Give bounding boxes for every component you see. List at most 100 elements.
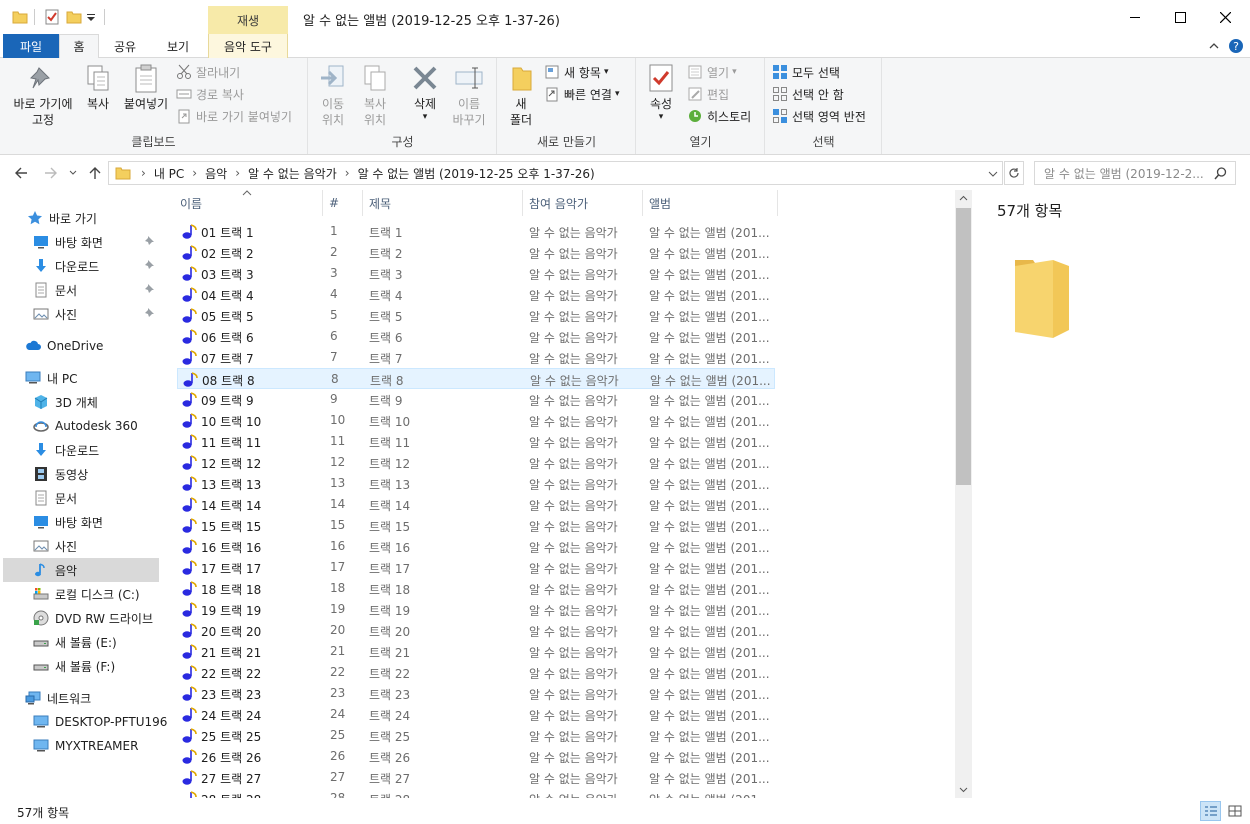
tab-home[interactable]: 홈 (59, 34, 99, 59)
table-row[interactable]: 18 트랙 18 18 트랙 18 알 수 없는 음악가 알 수 없는 앨범 (201.… (177, 578, 775, 599)
nav-quick-desktop[interactable]: 바탕 화면 (33, 230, 159, 254)
large-icons-view-button[interactable] (1224, 801, 1245, 821)
delete-button[interactable]: 삭제 ▾ (407, 62, 443, 122)
table-row[interactable]: 13 트랙 13 13 트랙 13 알 수 없는 음악가 알 수 없는 앨범 (201.… (177, 473, 775, 494)
column-header-title[interactable]: 제목 (363, 190, 523, 216)
nav-pc-downloads[interactable]: 다운로드 (33, 438, 159, 462)
forward-button[interactable] (42, 164, 60, 182)
table-row[interactable]: 10 트랙 10 10 트랙 10 알 수 없는 음악가 알 수 없는 앨범 (201.… (177, 410, 775, 431)
tab-view[interactable]: 보기 (152, 34, 204, 58)
copy-button[interactable]: 복사 (80, 62, 116, 112)
table-row[interactable]: 02 트랙 2 2 트랙 2 알 수 없는 음악가 알 수 없는 앨범 (201... (177, 242, 775, 263)
table-row[interactable]: 06 트랙 6 6 트랙 6 알 수 없는 음악가 알 수 없는 앨범 (201... (177, 326, 775, 347)
select-all-button[interactable]: 모두 선택 (772, 62, 840, 82)
table-row[interactable]: 05 트랙 5 5 트랙 5 알 수 없는 음악가 알 수 없는 앨범 (201... (177, 305, 775, 326)
column-header-name[interactable]: 이름 (174, 190, 323, 216)
table-row[interactable]: 25 트랙 25 25 트랙 25 알 수 없는 음악가 알 수 없는 앨범 (201.… (177, 725, 775, 746)
cut-button[interactable]: 잘라내기 (176, 62, 240, 82)
breadcrumb-album[interactable]: 알 수 없는 앨범 (2019-12-25 오후 1-37-26) (358, 165, 595, 182)
table-row[interactable]: 14 트랙 14 14 트랙 14 알 수 없는 음악가 알 수 없는 앨범 (201.… (177, 494, 775, 515)
table-row[interactable]: 01 트랙 1 1 트랙 1 알 수 없는 음악가 알 수 없는 앨범 (201... (177, 221, 775, 242)
nav-pc-pictures[interactable]: 사진 (33, 534, 159, 558)
table-row[interactable]: 28 트랙 28 28 트랙 28 알 수 없는 음악가 알 수 없는 앨범 (201.… (177, 788, 775, 798)
rename-button[interactable]: 이름 바꾸기 (449, 62, 489, 128)
address-dropdown-icon[interactable] (988, 169, 998, 179)
back-button[interactable] (12, 164, 30, 182)
table-row[interactable]: 27 트랙 27 27 트랙 27 알 수 없는 음악가 알 수 없는 앨범 (201.… (177, 767, 775, 788)
new-folder-quick-icon[interactable] (66, 9, 82, 25)
nav-quick-pictures[interactable]: 사진 (33, 302, 159, 326)
nav-network[interactable]: 네트워크 (25, 686, 181, 710)
collapse-ribbon-icon[interactable] (1208, 40, 1220, 52)
table-row[interactable]: 11 트랙 11 11 트랙 11 알 수 없는 음악가 알 수 없는 앨범 (201.… (177, 431, 775, 452)
table-row[interactable]: 20 트랙 20 20 트랙 20 알 수 없는 음악가 알 수 없는 앨범 (201.… (177, 620, 775, 641)
scrollbar-thumb[interactable] (956, 208, 971, 485)
search-input[interactable]: 알 수 없는 앨범 (2019-12-2... (1034, 161, 1236, 185)
details-view-button[interactable] (1200, 801, 1221, 821)
breadcrumb-this-pc[interactable]: 내 PC (154, 165, 184, 182)
table-row[interactable]: 08 트랙 8 8 트랙 8 알 수 없는 음악가 알 수 없는 앨범 (201... (177, 368, 775, 389)
maximize-button[interactable] (1157, 0, 1203, 34)
scroll-down-icon[interactable] (959, 787, 968, 793)
nav-pc-volume-e[interactable]: 새 볼륨 (E:) (33, 630, 159, 654)
help-icon[interactable]: ? (1228, 38, 1244, 54)
properties-quick-icon[interactable] (44, 9, 60, 25)
refresh-button[interactable] (1004, 161, 1024, 185)
nav-quick-downloads[interactable]: 다운로드 (33, 254, 159, 278)
table-row[interactable]: 15 트랙 15 15 트랙 15 알 수 없는 음악가 알 수 없는 앨범 (201.… (177, 515, 775, 536)
new-item-button[interactable]: 새 항목 ▾ (544, 62, 608, 82)
copy-to-button[interactable]: 복사 위치 (357, 62, 393, 128)
nav-pc-volume-f[interactable]: 새 볼륨 (F:) (33, 654, 159, 678)
nav-pc-videos[interactable]: 동영상 (33, 462, 159, 486)
recent-locations-button[interactable] (67, 164, 79, 182)
table-row[interactable]: 12 트랙 12 12 트랙 12 알 수 없는 음악가 알 수 없는 앨범 (201.… (177, 452, 775, 473)
scroll-up-icon[interactable] (959, 195, 968, 201)
nav-pc-3d-objects[interactable]: 3D 개체 (33, 390, 159, 414)
nav-pc-music[interactable]: 음악 (3, 558, 159, 582)
breadcrumb-music[interactable]: 음악 (205, 165, 227, 182)
table-row[interactable]: 21 트랙 21 21 트랙 21 알 수 없는 음악가 알 수 없는 앨범 (201.… (177, 641, 775, 662)
table-row[interactable]: 17 트랙 17 17 트랙 17 알 수 없는 음악가 알 수 없는 앨범 (201.… (177, 557, 775, 578)
nav-network-desktop[interactable]: DESKTOP-PFTU196 (33, 710, 167, 734)
nav-network-myxtreamer[interactable]: MYXTREAMER (33, 734, 159, 758)
nav-onedrive[interactable]: OneDrive (25, 334, 181, 358)
address-bar[interactable]: › 내 PC › 음악 › 알 수 없는 음악가 › 알 수 없는 앨범 (20… (108, 161, 1003, 185)
table-row[interactable]: 16 트랙 16 16 트랙 16 알 수 없는 음악가 알 수 없는 앨범 (201.… (177, 536, 775, 557)
table-row[interactable]: 22 트랙 22 22 트랙 22 알 수 없는 음악가 알 수 없는 앨범 (201.… (177, 662, 775, 683)
edit-button[interactable]: 편집 (687, 84, 729, 104)
new-folder-button[interactable]: 새 폴더 (504, 62, 538, 128)
table-row[interactable]: 19 트랙 19 19 트랙 19 알 수 없는 음악가 알 수 없는 앨범 (201.… (177, 599, 775, 620)
table-row[interactable]: 26 트랙 26 26 트랙 26 알 수 없는 음악가 알 수 없는 앨범 (201.… (177, 746, 775, 767)
invert-selection-button[interactable]: 선택 영역 반전 (772, 106, 866, 126)
open-button[interactable]: 열기 ▾ (687, 62, 737, 82)
paste-button[interactable]: 붙여넣기 (120, 62, 172, 112)
nav-this-pc[interactable]: 내 PC (25, 366, 181, 390)
nav-quick-documents[interactable]: 문서 (33, 278, 159, 302)
nav-pc-documents[interactable]: 문서 (33, 486, 159, 510)
properties-button[interactable]: 속성 ▾ (643, 62, 679, 122)
table-row[interactable]: 04 트랙 4 4 트랙 4 알 수 없는 음악가 알 수 없는 앨범 (201... (177, 284, 775, 305)
table-row[interactable]: 24 트랙 24 24 트랙 24 알 수 없는 음악가 알 수 없는 앨범 (201.… (177, 704, 775, 725)
column-header-number[interactable]: # (323, 190, 363, 216)
close-button[interactable] (1202, 0, 1248, 34)
pin-quick-access-button[interactable]: 바로 가기에 고정 (8, 62, 78, 128)
breadcrumb-artist[interactable]: 알 수 없는 음악가 (248, 165, 337, 182)
column-header-album[interactable]: 앨범 (643, 190, 778, 216)
copy-path-button[interactable]: 경로 복사 (176, 84, 244, 104)
nav-pc-autodesk[interactable]: Autodesk 360 (33, 414, 159, 438)
vertical-scrollbar[interactable] (955, 190, 972, 798)
tab-music-tools[interactable]: 음악 도구 (208, 34, 288, 58)
tab-share[interactable]: 공유 (103, 34, 147, 58)
table-row[interactable]: 03 트랙 3 3 트랙 3 알 수 없는 음악가 알 수 없는 앨범 (201... (177, 263, 775, 284)
table-row[interactable]: 07 트랙 7 7 트랙 7 알 수 없는 음악가 알 수 없는 앨범 (201... (177, 347, 775, 368)
minimize-button[interactable] (1112, 0, 1158, 34)
easy-access-button[interactable]: 빠른 연결 ▾ (544, 84, 620, 104)
select-none-button[interactable]: 선택 안 함 (772, 84, 844, 104)
nav-quick-access[interactable]: 바로 가기 (27, 206, 183, 230)
nav-pc-desktop[interactable]: 바탕 화면 (33, 510, 159, 534)
up-button[interactable] (86, 164, 104, 182)
tab-file[interactable]: 파일 (3, 34, 59, 58)
nav-pc-local-disk-c[interactable]: 로컬 디스크 (C:) (33, 582, 159, 606)
nav-pc-dvd-drive[interactable]: DVD RW 드라이브 (33, 606, 159, 630)
table-row[interactable]: 09 트랙 9 9 트랙 9 알 수 없는 음악가 알 수 없는 앨범 (201... (177, 389, 775, 410)
